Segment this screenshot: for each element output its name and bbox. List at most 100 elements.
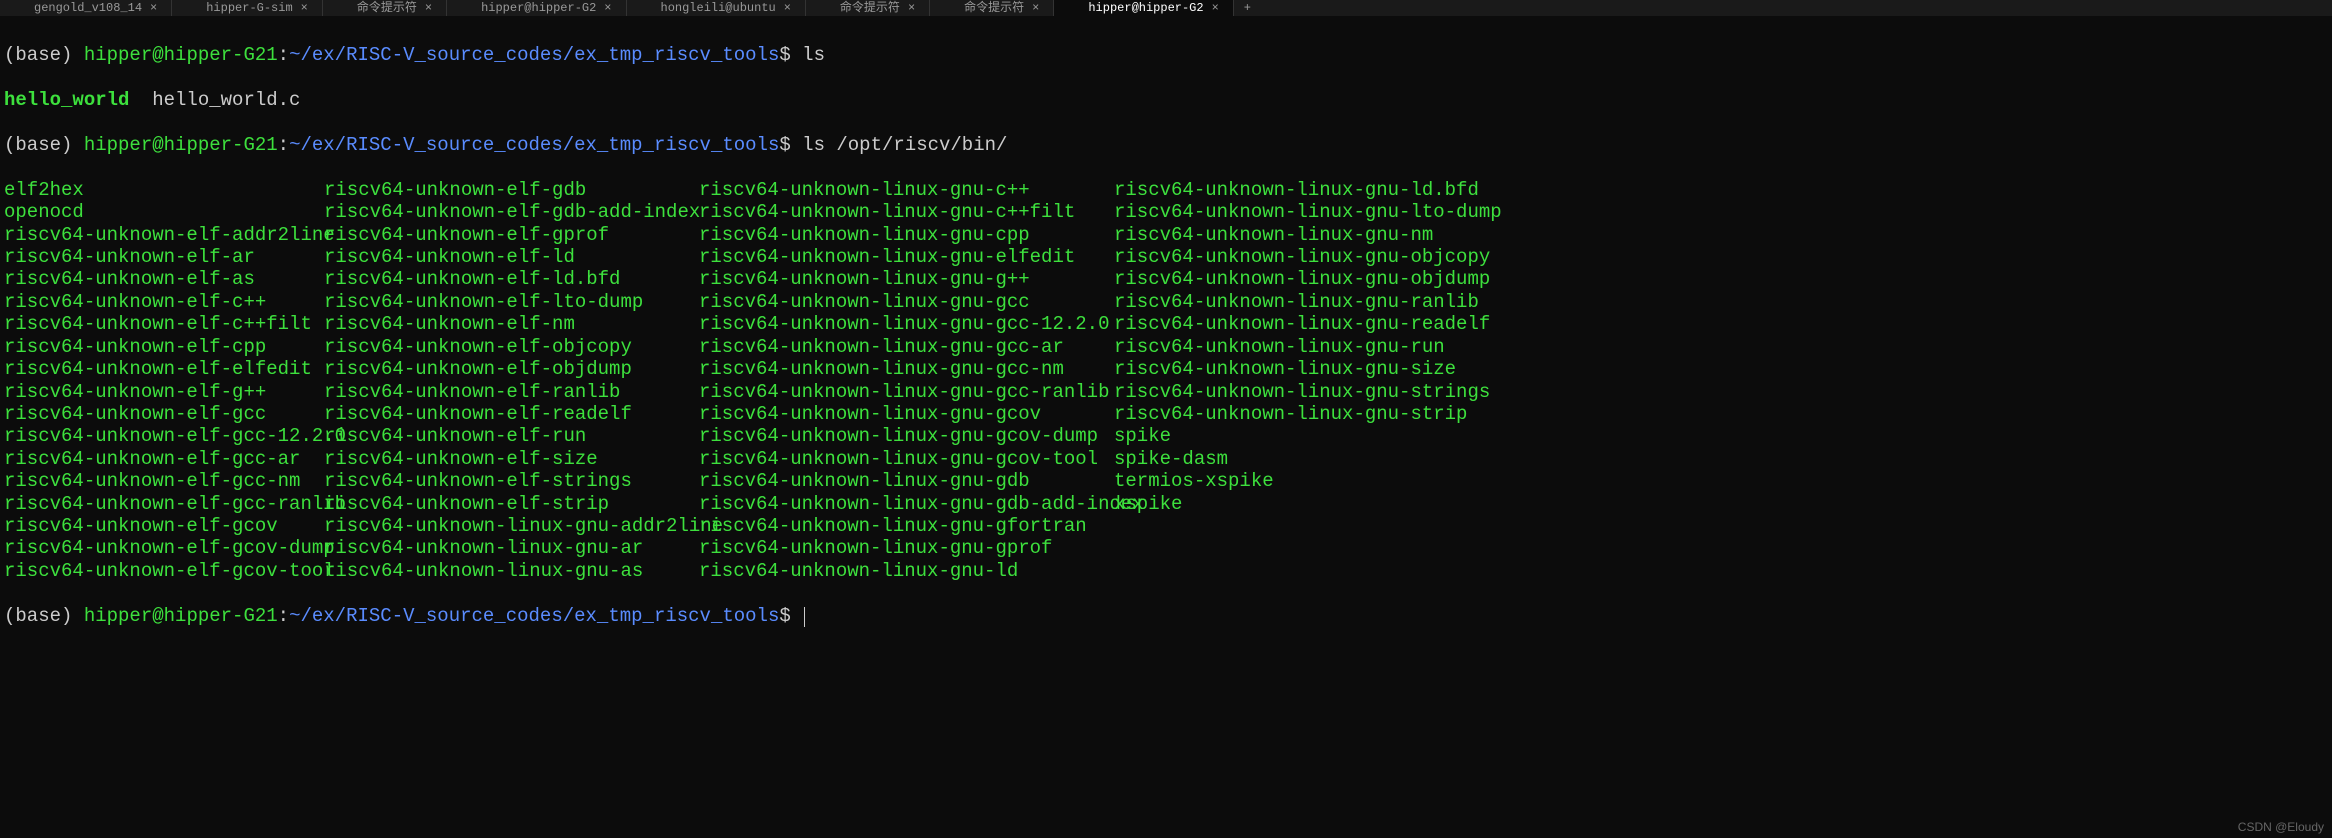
- ls-file-entry: riscv64-unknown-elf-ranlib: [324, 381, 699, 403]
- colon: :: [278, 134, 289, 156]
- user-host: hipper@hipper-G21: [84, 134, 278, 156]
- ls-file-entry: riscv64-unknown-linux-gnu-c++filt: [699, 201, 1114, 223]
- ls-file-entry: riscv64-unknown-elf-gdb: [324, 179, 699, 201]
- ls-file-entry: riscv64-unknown-elf-nm: [324, 313, 699, 335]
- ls-file-entry: riscv64-unknown-linux-gnu-gprof: [699, 537, 1114, 559]
- ls-file-entry: [1114, 515, 2328, 537]
- ls-file-entry: riscv64-unknown-elf-g++: [4, 381, 324, 403]
- cwd-path: ~/ex/RISC-V_source_codes/ex_tmp_riscv_to…: [289, 605, 779, 627]
- ls-file-entry: riscv64-unknown-elf-strip: [324, 493, 699, 515]
- ls-file-entry: riscv64-unknown-elf-c++filt: [4, 313, 324, 335]
- ls-file-entry: riscv64-unknown-elf-gcc: [4, 403, 324, 425]
- ls-file-entry: riscv64-unknown-elf-gcov: [4, 515, 324, 537]
- conda-env: (base): [4, 44, 84, 66]
- ls-file-entry: riscv64-unknown-elf-addr2line: [4, 224, 324, 246]
- terminal-content[interactable]: (base) hipper@hipper-G21:~/ex/RISC-V_sou…: [0, 16, 2332, 655]
- tab-label: 命令提示符: [964, 1, 1024, 15]
- tab-label: hipper@hipper-G2: [1088, 1, 1203, 15]
- colon: :: [278, 605, 289, 627]
- ls-file-entry: riscv64-unknown-linux-gnu-lto-dump: [1114, 201, 2328, 223]
- tab-item-5[interactable]: 命令提示符 ×: [806, 0, 930, 16]
- ls-file-entry: riscv64-unknown-elf-size: [324, 448, 699, 470]
- ls-file-entry: riscv64-unknown-elf-gdb-add-index: [324, 201, 699, 223]
- ls-file-entry: riscv64-unknown-elf-ar: [4, 246, 324, 268]
- close-icon[interactable]: ×: [425, 1, 432, 15]
- ls-file-entry: riscv64-unknown-linux-gnu-addr2line: [324, 515, 699, 537]
- executable-file: hello_world: [4, 89, 129, 111]
- source-file: hello_world.c: [129, 89, 300, 111]
- ls-file-entry: riscv64-unknown-linux-gnu-cpp: [699, 224, 1114, 246]
- tab-item-3[interactable]: hipper@hipper-G2 ×: [447, 0, 626, 16]
- prompt-line-3: (base) hipper@hipper-G21:~/ex/RISC-V_sou…: [4, 605, 2328, 627]
- ls-file-entry: riscv64-unknown-linux-gnu-strip: [1114, 403, 2328, 425]
- ls-file-entry: riscv64-unknown-elf-gprof: [324, 224, 699, 246]
- user-host: hipper@hipper-G21: [84, 44, 278, 66]
- tab-label: hongleili@ubuntu: [661, 1, 776, 15]
- ls-file-entry: riscv64-unknown-linux-gnu-nm: [1114, 224, 2328, 246]
- ls-file-entry: riscv64-unknown-linux-gnu-size: [1114, 358, 2328, 380]
- terminal-icon: [641, 2, 653, 14]
- tab-item-2[interactable]: 命令提示符 ×: [323, 0, 447, 16]
- ls-file-entry: riscv64-unknown-elf-gcc-12.2.0: [4, 425, 324, 447]
- tab-item-0[interactable]: gengold_v108_14 ×: [0, 0, 172, 16]
- close-icon[interactable]: ×: [1032, 1, 1039, 15]
- ls-file-entry: riscv64-unknown-linux-gnu-ar: [324, 537, 699, 559]
- tab-label: hipper-G-sim: [206, 1, 292, 15]
- ls-file-entry: [1114, 537, 2328, 559]
- ls-file-entry: riscv64-unknown-linux-gnu-objcopy: [1114, 246, 2328, 268]
- ls-output-line: hello_world hello_world.c: [4, 89, 2328, 111]
- command-text: ls /opt/riscv/bin/: [802, 134, 1007, 156]
- command-text: ls: [802, 44, 825, 66]
- ls-file-entry: riscv64-unknown-linux-gnu-strings: [1114, 381, 2328, 403]
- close-icon[interactable]: ×: [301, 1, 308, 15]
- ls-file-entry: riscv64-unknown-elf-gcc-nm: [4, 470, 324, 492]
- ls-file-entry: riscv64-unknown-elf-gcc-ar: [4, 448, 324, 470]
- tab-item-6[interactable]: 命令提示符 ×: [930, 0, 1054, 16]
- close-icon[interactable]: ×: [1212, 1, 1219, 15]
- colon: :: [278, 44, 289, 66]
- ls-file-entry: riscv64-unknown-elf-run: [324, 425, 699, 447]
- ls-file-entry: riscv64-unknown-elf-gcov-tool: [4, 560, 324, 582]
- cwd-path: ~/ex/RISC-V_source_codes/ex_tmp_riscv_to…: [289, 134, 779, 156]
- ls-file-entry: riscv64-unknown-elf-objdump: [324, 358, 699, 380]
- close-icon[interactable]: ×: [784, 1, 791, 15]
- ls-output-grid: elf2hexriscv64-unknown-elf-gdbriscv64-un…: [4, 179, 2328, 582]
- ls-file-entry: xspike: [1114, 493, 2328, 515]
- conda-env: (base): [4, 134, 84, 156]
- tab-label: gengold_v108_14: [34, 1, 142, 15]
- ls-file-entry: riscv64-unknown-elf-strings: [324, 470, 699, 492]
- terminal-icon: [1068, 2, 1080, 14]
- ls-file-entry: riscv64-unknown-linux-gnu-gcc-12.2.0: [699, 313, 1114, 335]
- ls-file-entry: spike-dasm: [1114, 448, 2328, 470]
- ls-file-entry: riscv64-unknown-linux-gnu-gcov: [699, 403, 1114, 425]
- ls-file-entry: riscv64-unknown-linux-gnu-run: [1114, 336, 2328, 358]
- ls-file-entry: elf2hex: [4, 179, 324, 201]
- add-tab-button[interactable]: +: [1234, 1, 1261, 15]
- prompt-dollar: $: [779, 605, 802, 627]
- close-icon[interactable]: ×: [604, 1, 611, 15]
- tab-item-4[interactable]: hongleili@ubuntu ×: [627, 0, 806, 16]
- close-icon[interactable]: ×: [908, 1, 915, 15]
- ls-file-entry: riscv64-unknown-linux-gnu-gcov-dump: [699, 425, 1114, 447]
- ls-file-entry: riscv64-unknown-linux-gnu-objdump: [1114, 268, 2328, 290]
- ls-file-entry: riscv64-unknown-elf-elfedit: [4, 358, 324, 380]
- ls-file-entry: riscv64-unknown-elf-lto-dump: [324, 291, 699, 313]
- ls-file-entry: riscv64-unknown-elf-as: [4, 268, 324, 290]
- ls-file-entry: riscv64-unknown-elf-c++: [4, 291, 324, 313]
- ls-file-entry: riscv64-unknown-linux-gnu-gdb: [699, 470, 1114, 492]
- tab-item-1[interactable]: hipper-G-sim ×: [172, 0, 323, 16]
- ls-file-entry: riscv64-unknown-elf-gcc-ranlib: [4, 493, 324, 515]
- ls-file-entry: riscv64-unknown-linux-gnu-elfedit: [699, 246, 1114, 268]
- ls-file-entry: riscv64-unknown-linux-gnu-ld.bfd: [1114, 179, 2328, 201]
- close-icon[interactable]: ×: [150, 1, 157, 15]
- ls-file-entry: riscv64-unknown-linux-gnu-gdb-add-index: [699, 493, 1114, 515]
- prompt-dollar: $: [779, 134, 802, 156]
- ls-file-entry: riscv64-unknown-linux-gnu-readelf: [1114, 313, 2328, 335]
- ls-file-entry: riscv64-unknown-linux-gnu-gcc-ranlib: [699, 381, 1114, 403]
- tab-item-7[interactable]: hipper@hipper-G2 ×: [1054, 0, 1233, 16]
- terminal-icon: [944, 2, 956, 14]
- tab-label: 命令提示符: [357, 1, 417, 15]
- tab-label: hipper@hipper-G2: [481, 1, 596, 15]
- user-host: hipper@hipper-G21: [84, 605, 278, 627]
- ls-file-entry: riscv64-unknown-linux-gnu-ranlib: [1114, 291, 2328, 313]
